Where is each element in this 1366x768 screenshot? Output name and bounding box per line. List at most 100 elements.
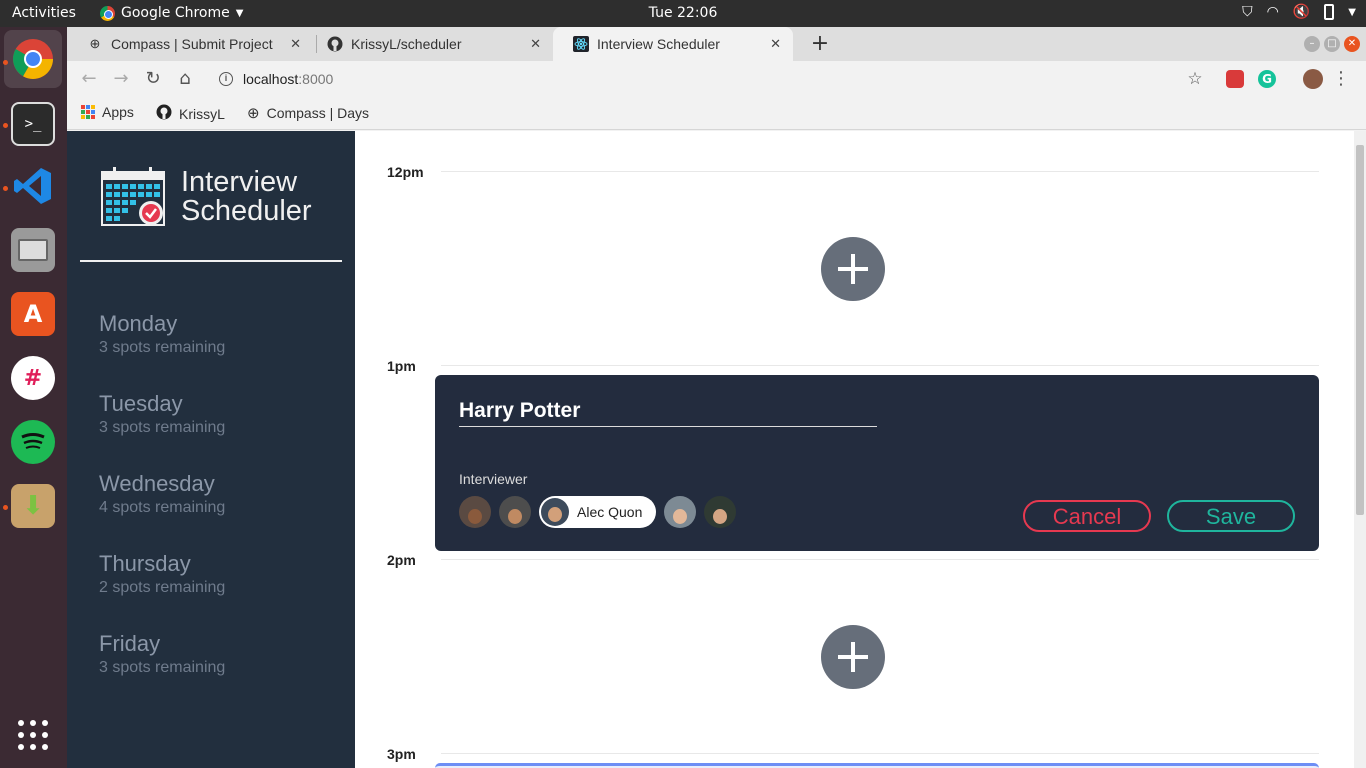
- grammarly-icon[interactable]: G: [1258, 70, 1276, 88]
- chrome-icon: [100, 5, 115, 21]
- time-label: 1pm: [387, 358, 416, 374]
- cancel-button[interactable]: Cancel: [1023, 500, 1151, 532]
- url-host: localhost: [243, 71, 299, 87]
- add-appointment-button[interactable]: [821, 625, 885, 689]
- time-label: 12pm: [387, 164, 424, 180]
- maximize-button[interactable]: □: [1324, 36, 1340, 52]
- tab-github-scheduler[interactable]: KrissyL/scheduler ✕: [307, 27, 553, 61]
- day-item-thursday[interactable]: Thursday 2 spots remaining: [99, 551, 225, 597]
- forward-button[interactable]: →: [109, 67, 133, 91]
- interviewer-avatar[interactable]: [704, 496, 737, 528]
- time-divider: [441, 171, 1319, 172]
- react-icon: [573, 36, 589, 52]
- profile-avatar[interactable]: [1303, 69, 1323, 89]
- scrollbar[interactable]: [1354, 131, 1366, 768]
- tab-title: Compass | Submit Project: [111, 36, 273, 52]
- dock-terminal[interactable]: >_: [11, 102, 55, 146]
- plus-icon: [838, 254, 868, 284]
- close-icon[interactable]: ✕: [770, 36, 781, 52]
- interviewer-avatar[interactable]: [499, 496, 531, 528]
- tab-strip: ⊕ Compass | Submit Project ✕ KrissyL/sch…: [67, 27, 1366, 61]
- app-title: Interview Scheduler: [181, 168, 312, 226]
- running-indicator: [3, 123, 8, 128]
- system-tray[interactable]: ⛉ ◠ 🔇 ▼: [1242, 4, 1356, 20]
- interviewer-list: Alec Quon: [459, 496, 737, 528]
- slack-icon: #: [23, 365, 43, 391]
- student-name-input[interactable]: [459, 395, 877, 427]
- address-bar[interactable]: i localhost :8000: [207, 64, 1207, 94]
- info-icon[interactable]: i: [219, 72, 233, 86]
- show-applications-button[interactable]: [11, 713, 55, 757]
- tab-compass-submit[interactable]: ⊕ Compass | Submit Project ✕: [67, 27, 313, 61]
- activities-button[interactable]: Activities: [12, 5, 76, 21]
- dock: >_ A # ⬇: [0, 27, 67, 768]
- clock[interactable]: Tue 22:06: [649, 5, 718, 21]
- github-icon: [156, 104, 172, 123]
- bookmark-krissyl[interactable]: KrissyL: [156, 104, 225, 123]
- day-name: Friday: [99, 631, 161, 656]
- bookmark-label: KrissyL: [179, 105, 225, 122]
- add-appointment-button[interactable]: [821, 237, 885, 301]
- appointment-card[interactable]: [435, 763, 1319, 768]
- close-icon[interactable]: ✕: [290, 36, 301, 52]
- time-label: 2pm: [387, 552, 416, 568]
- time-divider: [441, 365, 1319, 366]
- interviewer-label: Interviewer: [459, 471, 528, 487]
- time-divider: [441, 753, 1319, 754]
- day-spots: 4 spots remaining: [99, 499, 226, 516]
- shield-icon: ⛉: [1242, 4, 1253, 20]
- dock-software[interactable]: A: [11, 292, 55, 336]
- web-page: Interview Scheduler Monday 3 spots remai…: [67, 131, 1366, 768]
- running-indicator: [3, 186, 8, 191]
- reload-button[interactable]: ↻: [141, 67, 165, 91]
- interviewer-avatar[interactable]: [459, 496, 491, 528]
- time-label: 3pm: [387, 746, 416, 762]
- vscode-icon: [14, 168, 51, 204]
- home-button[interactable]: ⌂: [173, 67, 197, 91]
- bookmark-compass-days[interactable]: ⊕ Compass | Days: [247, 104, 369, 122]
- day-name: Tuesday: [99, 391, 183, 416]
- chrome-icon: [13, 39, 53, 79]
- dock-chrome[interactable]: [4, 30, 62, 88]
- interviewer-selected[interactable]: Alec Quon: [539, 496, 657, 528]
- dock-vscode[interactable]: [11, 164, 55, 208]
- volume-muted-icon: 🔇: [1292, 4, 1311, 20]
- download-arrow-icon: ⬇: [22, 491, 44, 521]
- minimize-button[interactable]: –: [1304, 36, 1320, 52]
- back-button[interactable]: ←: [77, 67, 101, 91]
- appointment-form: Interviewer Alec Quon Cancel Save: [435, 375, 1319, 551]
- day-item-monday[interactable]: Monday 3 spots remaining: [99, 311, 225, 357]
- close-icon[interactable]: ✕: [530, 36, 541, 52]
- day-spots: 3 spots remaining: [99, 339, 226, 356]
- save-button[interactable]: Save: [1167, 500, 1295, 532]
- menu-icon[interactable]: ⋮: [1329, 67, 1353, 91]
- interviewer-avatar[interactable]: [664, 496, 697, 528]
- day-item-tuesday[interactable]: Tuesday 3 spots remaining: [99, 391, 225, 437]
- day-item-friday[interactable]: Friday 3 spots remaining: [99, 631, 225, 677]
- chevron-down-icon: ▼: [235, 7, 244, 19]
- new-tab-button[interactable]: +: [807, 31, 833, 57]
- schedule: 12pm 1pm Interviewer Alec Quon Cancel Sa…: [355, 131, 1366, 768]
- running-indicator: [3, 60, 8, 65]
- url-port: :8000: [298, 71, 334, 87]
- dock-slack[interactable]: #: [11, 356, 55, 400]
- extension-icon[interactable]: [1226, 70, 1244, 88]
- scrollbar-thumb[interactable]: [1356, 145, 1364, 515]
- app-menu[interactable]: Google Chrome ▼: [100, 5, 243, 21]
- day-spots: 3 spots remaining: [99, 419, 226, 436]
- day-name: Wednesday: [99, 471, 215, 496]
- bookmark-star-icon[interactable]: ☆: [1183, 67, 1207, 91]
- tab-interview-scheduler[interactable]: Interview Scheduler ✕: [553, 27, 793, 61]
- apps-grid-icon: [18, 720, 48, 750]
- day-item-wednesday[interactable]: Wednesday 4 spots remaining: [99, 471, 225, 517]
- interviewer-avatar: [541, 498, 569, 526]
- bookmark-label: Compass | Days: [266, 105, 370, 121]
- dock-installer[interactable]: ⬇: [11, 484, 55, 528]
- dock-files[interactable]: [11, 228, 55, 272]
- running-indicator: [3, 505, 8, 510]
- window-close-button[interactable]: ✕: [1344, 36, 1360, 52]
- bookmark-apps[interactable]: Apps: [81, 104, 134, 120]
- dock-spotify[interactable]: [11, 420, 55, 464]
- time-divider: [441, 559, 1319, 560]
- github-icon: [327, 36, 343, 52]
